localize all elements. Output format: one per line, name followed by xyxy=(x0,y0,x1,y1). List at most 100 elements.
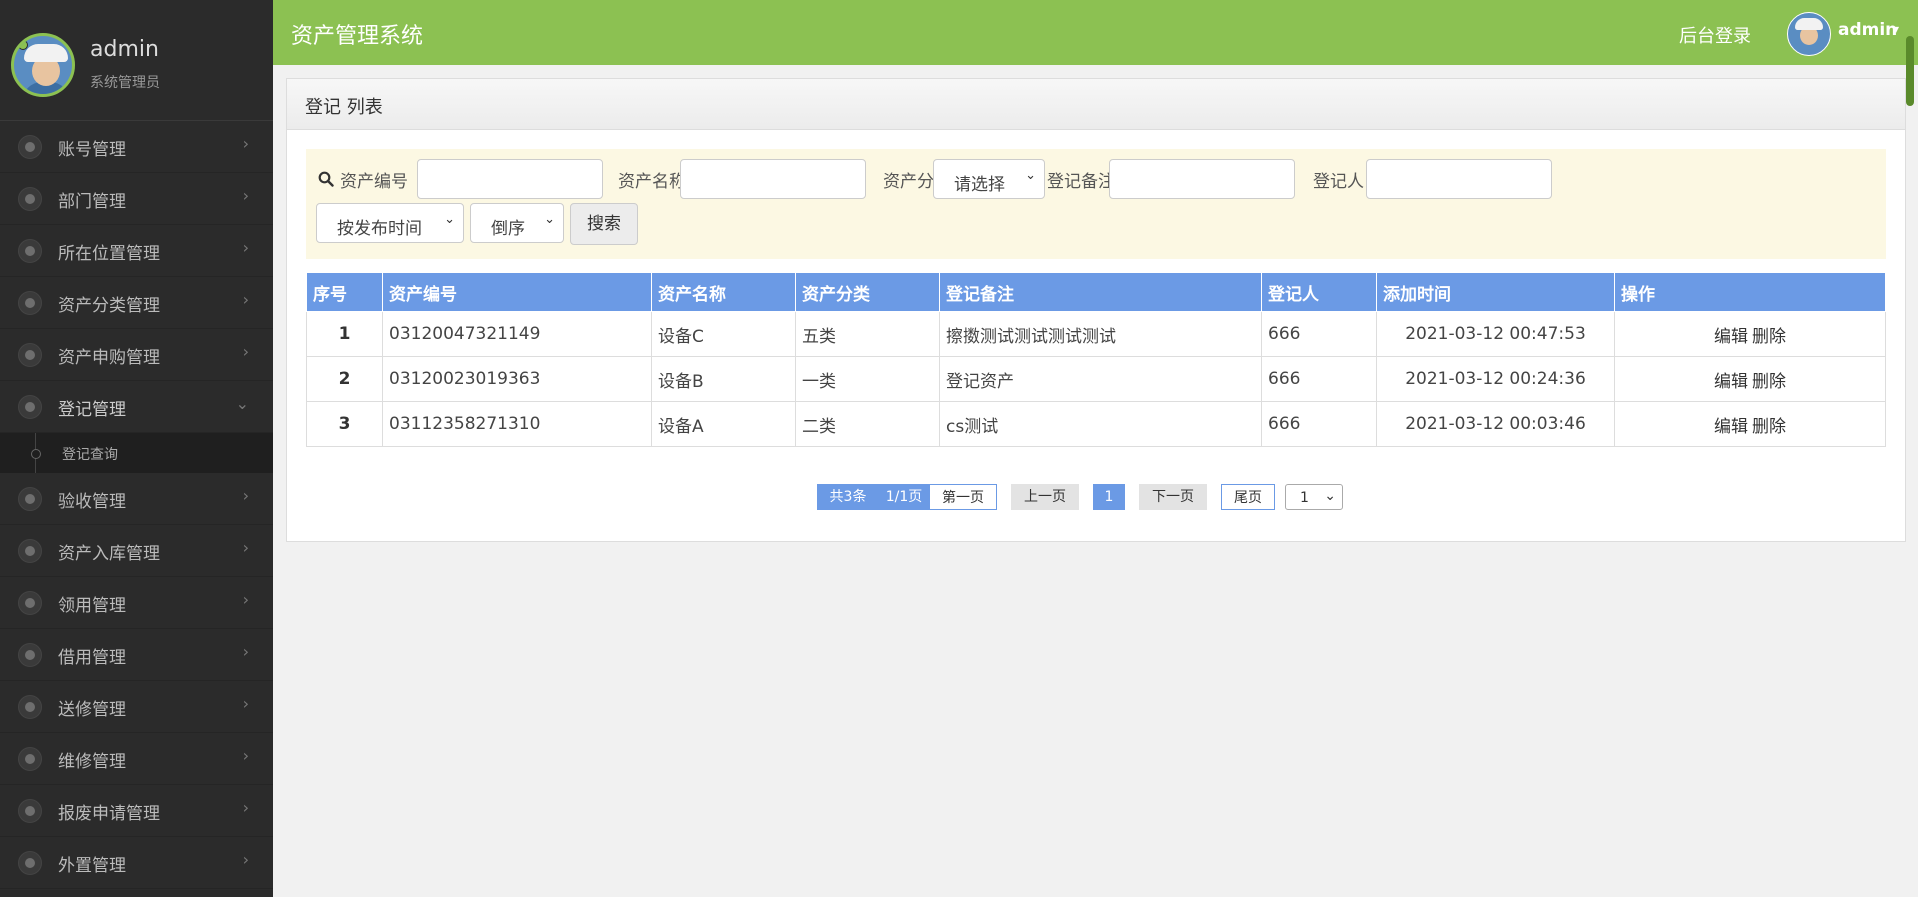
globe-icon xyxy=(18,291,42,315)
table-header-row: 序号 资产编号 资产名称 资产分类 登记备注 登记人 添加时间 操作 xyxy=(306,272,1886,312)
sidebar-item-label: 资产分类管理 xyxy=(58,296,160,316)
col-header-category[interactable]: 资产分类 xyxy=(795,272,940,312)
cell-no: 3 xyxy=(306,401,383,447)
sidebar-profile: admin 系统管理员 xyxy=(0,0,273,121)
sidebar-item-acceptance[interactable]: 验收管理 › xyxy=(0,473,273,525)
registrant-input[interactable] xyxy=(1366,159,1552,199)
cell-remark: cs测试 xyxy=(939,401,1262,447)
sidebar-item-registration[interactable]: 登记管理 ⌄ xyxy=(0,381,273,433)
sidebar-item-scrap-requests[interactable]: 报废申请管理 › xyxy=(0,785,273,837)
sidebar-item-requisition[interactable]: 领用管理 › xyxy=(0,577,273,629)
asset-no-input[interactable] xyxy=(417,159,603,199)
sidebar-item-borrowing[interactable]: 借用管理 › xyxy=(0,629,273,681)
chevron-right-icon: › xyxy=(242,642,249,661)
col-header-asset-name[interactable]: 资产名称 xyxy=(651,272,796,312)
cell-actions: 编辑 删除 xyxy=(1614,401,1886,447)
delete-link[interactable]: 删除 xyxy=(1752,327,1786,347)
caret-down-icon[interactable]: ▾ xyxy=(1893,22,1899,36)
delete-link[interactable]: 删除 xyxy=(1752,372,1786,392)
backend-login-link[interactable]: 后台登录 xyxy=(1679,22,1751,48)
col-header-remark[interactable]: 登记备注 xyxy=(939,272,1262,312)
sidebar-item-label: 借用管理 xyxy=(58,648,126,668)
edit-link[interactable]: 编辑 xyxy=(1714,417,1748,437)
chevron-down-icon: ⌄ xyxy=(1025,168,1036,183)
sidebar-item-label: 送修管理 xyxy=(58,700,126,720)
last-page-button[interactable]: 尾页 xyxy=(1221,484,1275,510)
globe-icon xyxy=(18,239,42,263)
chevron-down-icon: ⌄ xyxy=(235,394,249,413)
globe-icon xyxy=(18,487,42,511)
asset-name-input[interactable] xyxy=(680,159,866,199)
sidebar-item-send-repair[interactable]: 送修管理 › xyxy=(0,681,273,733)
globe-icon xyxy=(18,747,42,771)
sidebar-item-disposal[interactable]: 外置管理 › xyxy=(0,837,273,889)
next-page-button[interactable]: 下一页 xyxy=(1139,484,1207,510)
header-avatar[interactable] xyxy=(1787,12,1831,56)
chevron-right-icon: › xyxy=(242,186,249,205)
globe-icon xyxy=(18,135,42,159)
sidebar-item-accounts[interactable]: 账号管理 › xyxy=(0,121,273,173)
col-header-time[interactable]: 添加时间 xyxy=(1376,272,1615,312)
page-jump-select[interactable]: 1 ⌄ xyxy=(1285,484,1343,510)
cell-no: 2 xyxy=(306,356,383,402)
avatar[interactable] xyxy=(11,33,75,97)
sidebar-menu: 账号管理 › 部门管理 › 所在位置管理 › 资产分类管理 › 资产申购管理 ›… xyxy=(0,121,273,889)
cell-registrant: 666 xyxy=(1261,311,1377,357)
sort-field-value: 按发布时间 xyxy=(337,219,422,239)
search-button[interactable]: 搜索 xyxy=(570,203,638,245)
chevron-down-icon: ⌄ xyxy=(444,212,455,227)
online-status-icon xyxy=(18,40,28,50)
edit-link[interactable]: 编辑 xyxy=(1714,372,1748,392)
registration-table: 序号 资产编号 资产名称 资产分类 登记备注 登记人 添加时间 操作 1 031… xyxy=(306,272,1886,447)
category-select[interactable]: 请选择 ⌄ xyxy=(933,159,1045,199)
sidebar-item-maintenance[interactable]: 维修管理 › xyxy=(0,733,273,785)
asset-name-label: 资产名称 xyxy=(618,172,686,192)
sidebar-item-label: 维修管理 xyxy=(58,752,126,772)
scrollbar[interactable] xyxy=(1906,36,1914,106)
sidebar-subitem-registration-query[interactable]: 登记查询 xyxy=(0,433,273,473)
table-row: 1 03120047321149 设备C 五类 擦擞测试测试测试测试 666 2… xyxy=(306,311,1886,357)
cell-asset-no: 03120023019363 xyxy=(382,356,652,402)
sidebar-item-label: 报废申请管理 xyxy=(58,804,160,824)
edit-link[interactable]: 编辑 xyxy=(1714,327,1748,347)
sidebar-item-label: 部门管理 xyxy=(58,192,126,212)
col-header-no[interactable]: 序号 xyxy=(306,272,383,312)
sort-order-select[interactable]: 倒序 ⌄ xyxy=(470,203,564,243)
page-1-button[interactable]: 1 xyxy=(1093,484,1125,510)
cell-asset-no: 03112358271310 xyxy=(382,401,652,447)
globe-icon xyxy=(18,539,42,563)
sidebar-item-departments[interactable]: 部门管理 › xyxy=(0,173,273,225)
sidebar-item-purchase-requests[interactable]: 资产申购管理 › xyxy=(0,329,273,381)
sidebar-item-locations[interactable]: 所在位置管理 › xyxy=(0,225,273,277)
sidebar-subitem-label: 登记查询 xyxy=(62,447,118,463)
table-row: 2 03120023019363 设备B 一类 登记资产 666 2021-03… xyxy=(306,356,1886,402)
sidebar-item-asset-categories[interactable]: 资产分类管理 › xyxy=(0,277,273,329)
chevron-right-icon: › xyxy=(242,798,249,817)
cell-time: 2021-03-12 00:03:46 xyxy=(1376,401,1615,447)
pagination-pages: 1/1页 xyxy=(879,484,929,510)
bullet-icon xyxy=(31,449,41,459)
globe-icon xyxy=(18,695,42,719)
panel-header: 登记 列表 xyxy=(287,79,1905,130)
sidebar-item-label: 账号管理 xyxy=(58,140,126,160)
top-header: 资产管理系统 后台登录 admin ▾ xyxy=(273,0,1918,106)
cell-asset-name: 设备B xyxy=(651,356,796,402)
sidebar-item-warehousing[interactable]: 资产入库管理 › xyxy=(0,525,273,577)
delete-link[interactable]: 删除 xyxy=(1752,417,1786,437)
col-header-asset-no[interactable]: 资产编号 xyxy=(382,272,652,312)
cell-time: 2021-03-12 00:24:36 xyxy=(1376,356,1615,402)
globe-icon xyxy=(18,343,42,367)
sidebar: admin 系统管理员 账号管理 › 部门管理 › 所在位置管理 › 资产分类管… xyxy=(0,0,273,897)
pagination-total: 共3条 xyxy=(817,484,879,510)
search-form: 资产编号 资产名称 资产分类 请选择 ⌄ 登记备注 登记人 按发布时间 ⌄ 倒序… xyxy=(306,149,1886,259)
prev-page-button[interactable]: 上一页 xyxy=(1011,484,1079,510)
asset-no-label: 资产编号 xyxy=(340,172,408,192)
header-user-menu[interactable]: admin xyxy=(1838,20,1897,40)
chevron-right-icon: › xyxy=(242,538,249,557)
first-page-button[interactable]: 第一页 xyxy=(929,484,997,510)
col-header-registrant[interactable]: 登记人 xyxy=(1261,272,1377,312)
cell-registrant: 666 xyxy=(1261,401,1377,447)
remark-input[interactable] xyxy=(1109,159,1295,199)
sort-field-select[interactable]: 按发布时间 ⌄ xyxy=(316,203,464,243)
sidebar-item-label: 所在位置管理 xyxy=(58,244,160,264)
